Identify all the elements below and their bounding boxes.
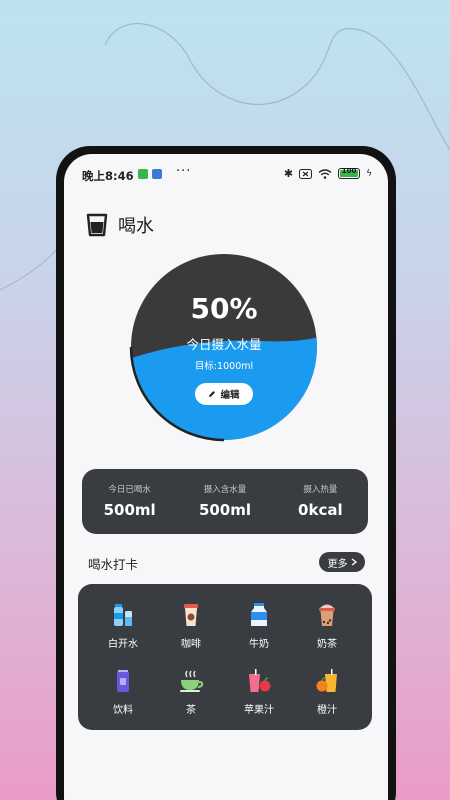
milk-carton-icon [251,603,267,626]
apple-juice-icon [249,669,271,692]
drink-grid: 白开水 咖啡 牛奶 奶茶 饮料 茶 苹果汁 橙汁 [78,584,372,730]
stat-water-content: 摄入含水量 500ml [177,469,272,534]
charging-icon: ϟ [366,168,372,179]
intake-subtitle: 今日摄入水量 [186,337,262,352]
soda-can-icon [117,670,129,692]
app-screen: 晚上8:46 ··· ✱ 100 ϟ 喝水 50% 今日摄入水量 目标:1000… [64,154,388,800]
drink-label: 奶茶 [317,639,337,650]
drink-label: 白开水 [108,639,138,650]
stat-value: 500ml [198,501,252,519]
battery-icon: 100 [338,167,361,179]
drink-label: 饮料 [113,705,133,716]
status-icons: ✱ 100 ϟ [284,167,372,180]
drink-item-soda[interactable]: 饮料 [86,668,160,716]
drink-label: 牛奶 [249,639,269,650]
stat-water-drunk: 今日已喝水 500ml [82,469,177,534]
drink-label: 咖啡 [181,639,201,650]
stat-value: 500ml [103,501,156,519]
bluetooth-icon: ✱ [283,167,294,180]
stat-label: 摄入含水量 [203,485,247,495]
coffee-cup-icon [184,604,198,626]
pencil-icon [209,391,216,397]
drink-item-apple-juice[interactable]: 苹果汁 [222,668,296,716]
phone-frame: 晚上8:46 ··· ✱ 100 ϟ 喝水 50% 今日摄入水量 目标:1000… [56,146,396,800]
status-bar: 晚上8:46 ··· ✱ 100 ϟ [64,154,388,194]
tea-cup-icon [180,670,204,692]
status-time: 晚上8:46 [82,169,134,183]
page-title: 喝水 [118,216,154,237]
mute-icon [299,168,313,179]
drink-label: 橙汁 [317,705,337,716]
water-cup-icon [86,213,108,237]
drink-item-water[interactable]: 白开水 [86,602,160,650]
notification-app-icon [138,169,148,179]
stat-calories: 摄入热量 0kcal [273,469,368,534]
intake-percent: 50% [190,292,258,325]
drink-label: 茶 [186,705,196,716]
stat-label: 今日已喝水 [108,485,151,495]
checkin-title: 喝水打卡 [88,557,139,572]
more-notifications-icon: ··· [176,164,192,179]
intake-target: 目标:1000ml [194,361,254,372]
drink-item-tea[interactable]: 茶 [154,668,228,716]
edit-button[interactable]: 编辑 [195,383,253,405]
chevron-right-icon [351,558,357,566]
milk-tea-icon [319,604,335,626]
stat-value: 0kcal [298,501,343,519]
drink-label: 苹果汁 [244,705,274,716]
orange-juice-icon [316,669,337,692]
app-header: 喝水 [86,212,154,238]
intake-stats-card: 今日已喝水 500ml 摄入含水量 500ml 摄入热量 0kcal [82,469,368,534]
battery-level: 100 [341,167,357,175]
more-button[interactable]: 更多 [319,552,365,572]
more-label: 更多 [327,558,348,570]
notification-paw-icon [152,169,162,179]
stat-label: 摄入热量 [303,485,338,495]
drink-item-orange-juice[interactable]: 橙汁 [290,668,364,716]
drink-item-milk-tea[interactable]: 奶茶 [290,602,364,650]
drink-item-coffee[interactable]: 咖啡 [154,602,228,650]
drink-item-milk[interactable]: 牛奶 [222,602,296,650]
water-bottle-icon [114,604,132,626]
wifi-icon [318,168,332,179]
edit-label: 编辑 [220,390,240,401]
